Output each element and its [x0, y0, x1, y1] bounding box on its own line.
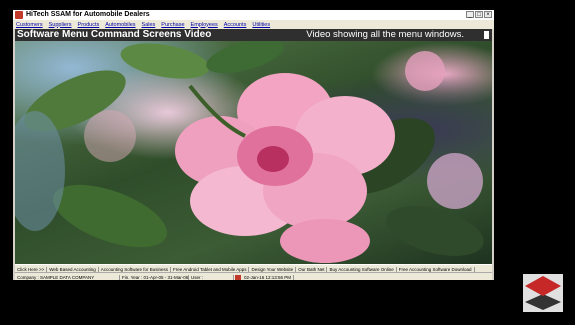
menu-automobiles[interactable]: Automobiles: [102, 22, 138, 28]
flag-icon: [235, 274, 241, 280]
link-android-apps[interactable]: Free Android Tablet and Mobile Apps: [171, 266, 250, 272]
banner-title: Software Menu Command Screens Video: [17, 29, 212, 40]
banner-caption: Video showing all the menu windows.: [306, 29, 464, 40]
link-bath-net[interactable]: Our Bath Net: [296, 266, 328, 272]
window-controls: _ □ ×: [466, 11, 492, 18]
link-web-accounting[interactable]: Web Based Accounting: [47, 266, 99, 272]
title-bar: HiTech SSAM for Automobile Dealers _ □ ×: [13, 10, 494, 20]
link-buy-online[interactable]: Buy Accounting Software Online: [327, 266, 397, 272]
status-date: 02-Jan-16 12:13:56 PM: [242, 274, 295, 280]
menu-sales[interactable]: Sales: [139, 22, 159, 28]
hibiscus-flower-image: [15, 41, 484, 263]
link-accounting-business[interactable]: Accounting Software for Business: [99, 266, 172, 272]
minimize-icon[interactable]: _: [466, 11, 474, 18]
close-icon[interactable]: ×: [484, 11, 492, 18]
status-company: Company : SAMPLE DATA COMPANY: [15, 274, 120, 280]
status-user: User :: [189, 274, 234, 280]
link-design-website[interactable]: Design Your Website: [249, 266, 297, 272]
window-title: HiTech SSAM for Automobile Dealers: [26, 11, 150, 18]
menu-bar: Customers Suppliers Products Automobiles…: [13, 20, 494, 29]
menu-suppliers[interactable]: Suppliers: [46, 22, 75, 28]
menu-accounts[interactable]: Accounts: [221, 22, 250, 28]
app-icon: [15, 11, 23, 19]
video-banner: Software Menu Command Screens Video Vide…: [15, 29, 492, 41]
maximize-icon[interactable]: □: [475, 11, 483, 18]
status-fin-year: Fin. Year : 01-Apr-05 - 31-Mar-06: [122, 274, 189, 280]
menu-products[interactable]: Products: [75, 22, 103, 28]
status-bar: Company : SAMPLE DATA COMPANY Fin. Year …: [15, 272, 492, 280]
link-click-here[interactable]: Click Here >>: [15, 266, 48, 272]
app-window: HiTech SSAM for Automobile Dealers _ □ ×…: [13, 10, 494, 280]
menu-purchase[interactable]: Purchase: [158, 22, 187, 28]
menu-utilities[interactable]: Utilities: [249, 22, 273, 28]
layers-logo-icon: [525, 276, 561, 310]
company-logo: [523, 274, 563, 312]
background-photo: [15, 41, 492, 264]
banner-scroll-handle[interactable]: [484, 31, 489, 39]
menu-customers[interactable]: Customers: [13, 22, 46, 28]
menu-employees[interactable]: Employees: [188, 22, 221, 28]
link-free-download[interactable]: Free Accounting Software Download: [397, 266, 475, 272]
